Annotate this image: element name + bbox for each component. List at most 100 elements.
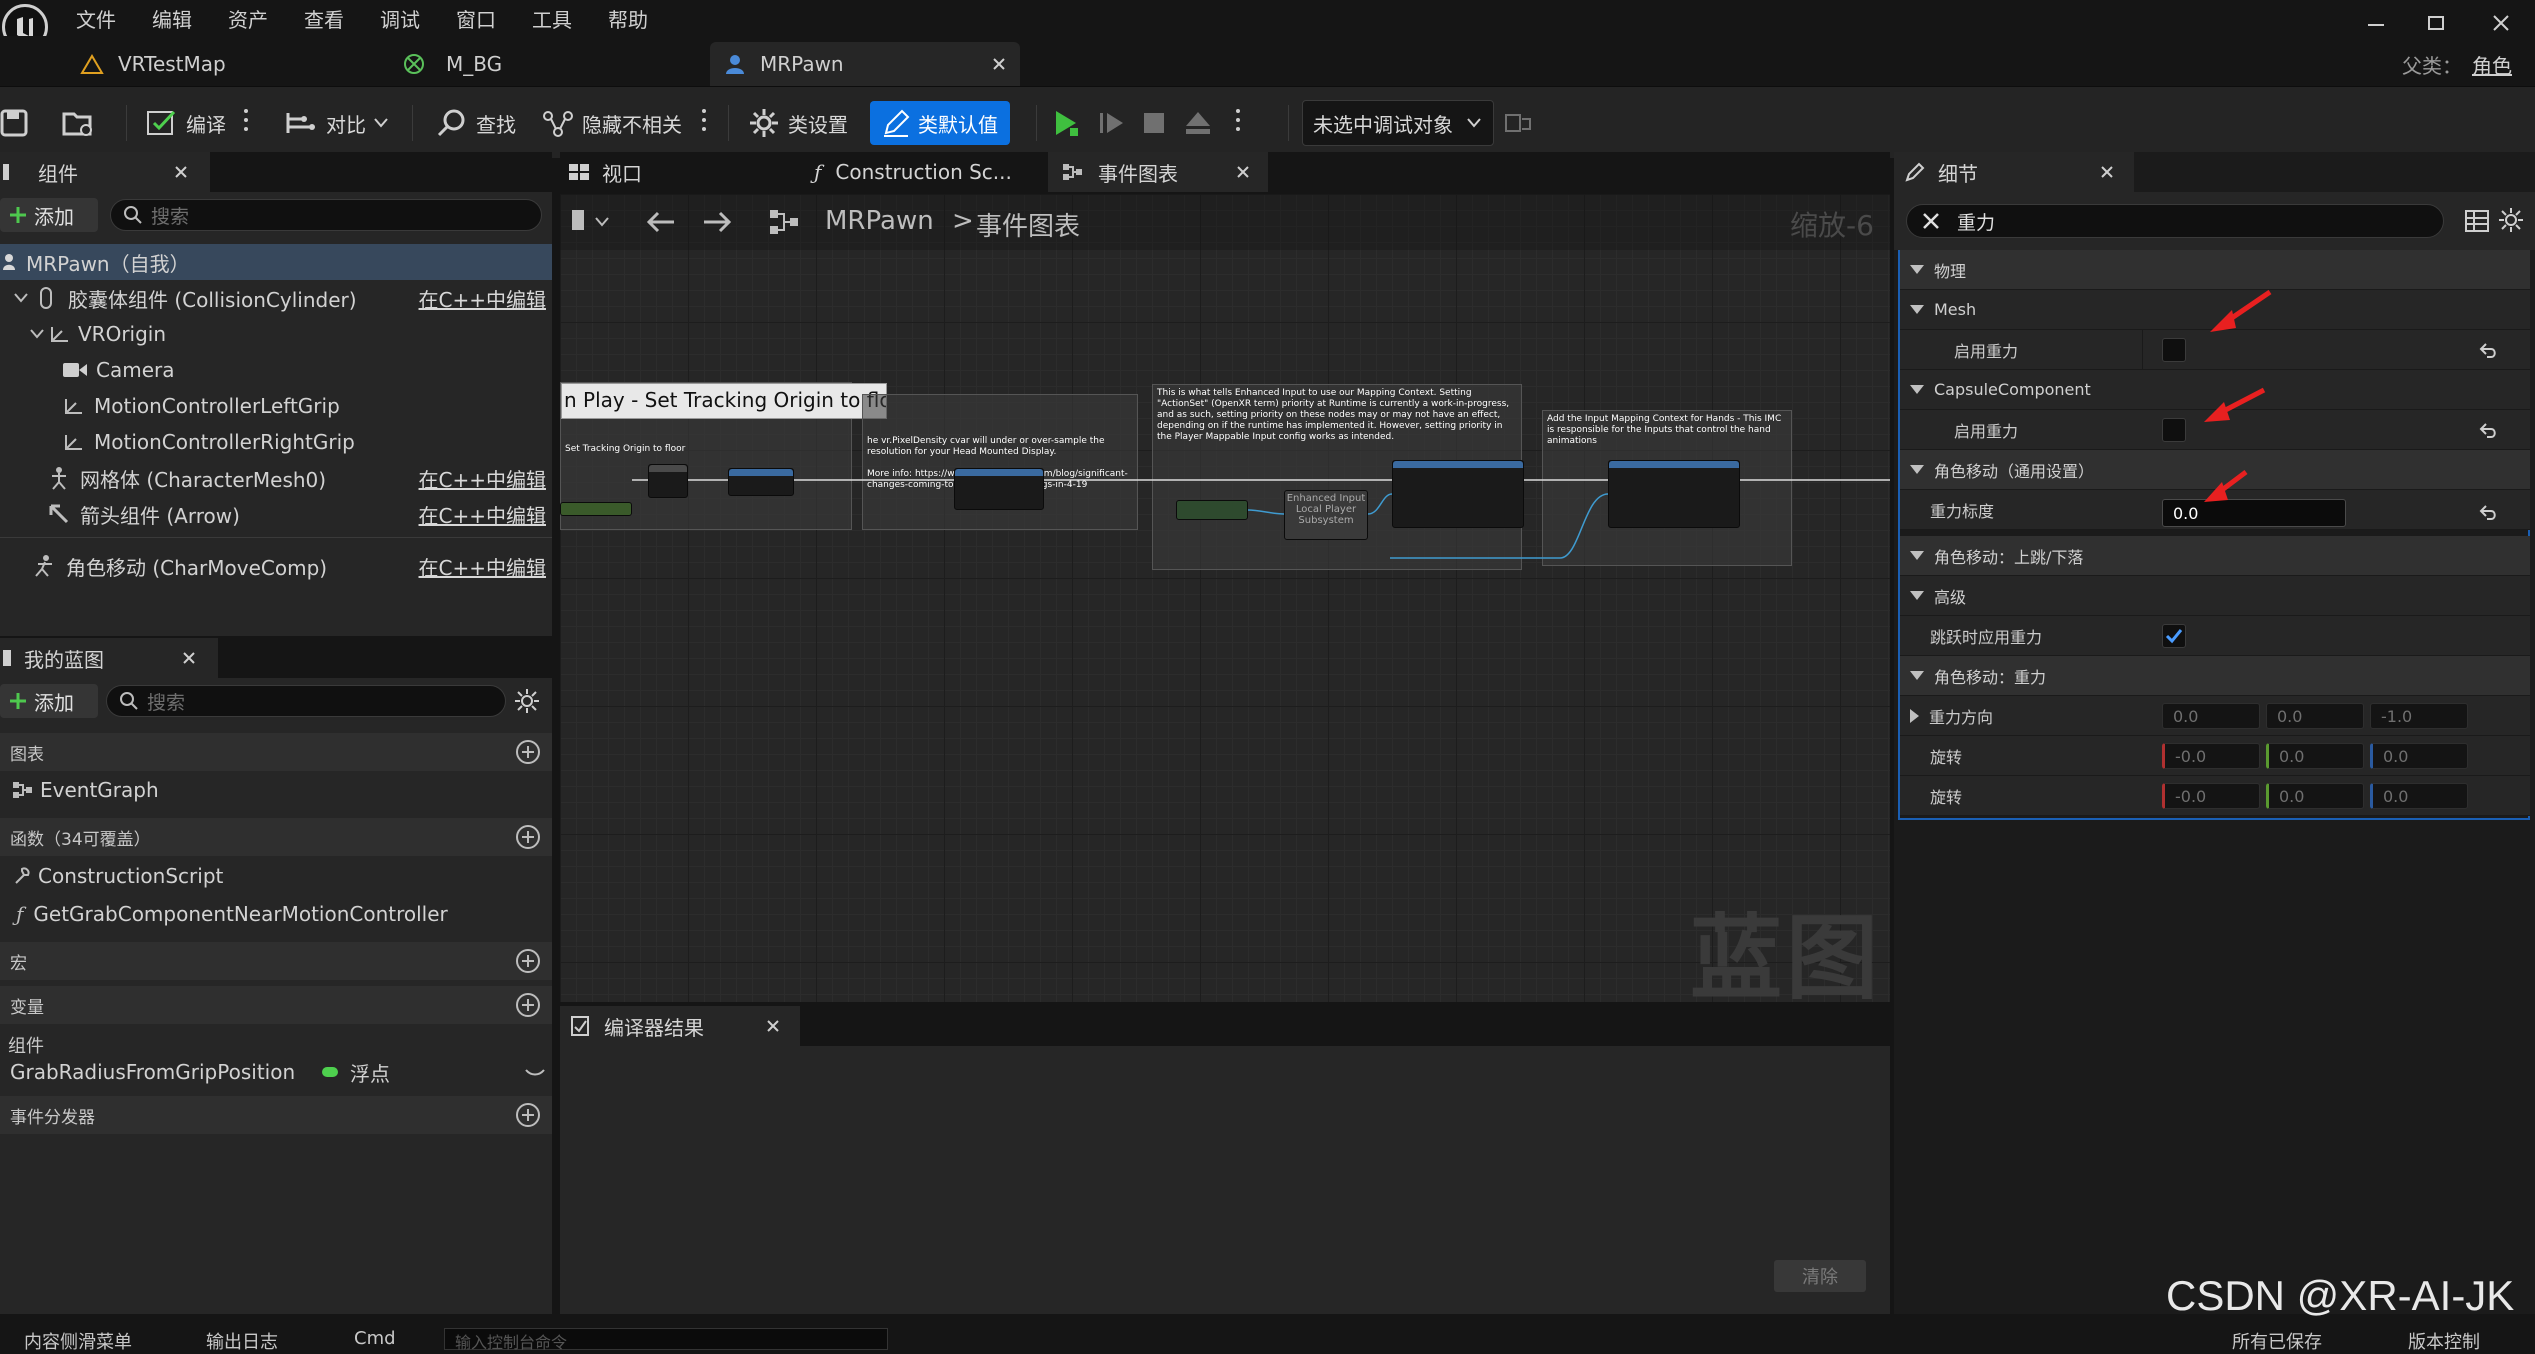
gravity-direction-y[interactable]: 0.0 [2266, 703, 2364, 729]
property-matrix-icon[interactable] [2464, 208, 2490, 234]
rotation-2-yaw[interactable]: 0.0 [2370, 783, 2468, 809]
section-macros[interactable]: 宏 [0, 942, 552, 980]
components-search-input[interactable]: 搜索 [110, 199, 542, 231]
section-functions[interactable]: 函数（34可覆盖） [0, 818, 552, 856]
console-input[interactable]: 输入控制台命令 [444, 1328, 888, 1352]
close-tab-icon[interactable] [992, 57, 1006, 71]
step-button[interactable] [1098, 101, 1126, 145]
find-button[interactable]: 查找 [436, 101, 516, 145]
gravity-direction-x[interactable]: 0.0 [2162, 703, 2260, 729]
edit-in-cpp-link[interactable]: 在C++中编辑 [419, 284, 546, 313]
compiler-results-tab[interactable]: 编译器结果 [560, 1006, 800, 1046]
my-blueprint-search-input[interactable]: 搜索 [106, 685, 506, 717]
debug-filter-button[interactable] [1504, 101, 1532, 145]
function-item-get-grab-component[interactable]: ƒ GetGrabComponentNearMotionController [0, 896, 552, 932]
all-saved-status[interactable]: 所有已保存 [2232, 1328, 2322, 1354]
component-camera[interactable]: Camera [0, 352, 552, 388]
close-tab-icon[interactable] [1236, 165, 1250, 179]
output-log-button[interactable]: 输出日志 [206, 1328, 278, 1354]
compile-button[interactable]: 编译 [146, 101, 226, 145]
gravity-direction-z[interactable]: -1.0 [2370, 703, 2468, 729]
rotation-1-pitch[interactable]: 0.0 [2266, 743, 2364, 769]
components-tab[interactable]: 组件 [0, 152, 210, 192]
play-button[interactable] [1050, 101, 1082, 145]
clear-button[interactable]: 清除 [1774, 1260, 1866, 1292]
debug-target-select[interactable]: 未选中调试对象 [1302, 100, 1494, 146]
diff-button[interactable]: 对比 [284, 101, 388, 145]
gravity-scale-input[interactable]: 0.0 [2162, 499, 2346, 527]
edit-in-cpp-link[interactable]: 在C++中编辑 [419, 500, 546, 529]
add-event-dispatcher-icon[interactable] [516, 1103, 540, 1127]
tab-m-bg[interactable]: M_BG [402, 42, 502, 86]
component-character-mesh[interactable]: 网格体 (CharacterMesh0) 在C++中编辑 [0, 460, 552, 496]
function-item-construction-script[interactable]: ConstructionScript [0, 858, 552, 894]
close-icon[interactable] [174, 165, 188, 179]
close-icon[interactable] [182, 651, 196, 665]
class-settings-button[interactable]: 类设置 [748, 101, 848, 145]
category-movement-jump[interactable]: 角色移动：上跳/下落 [1900, 536, 2530, 576]
component-arrow[interactable]: 箭头组件 (Arrow) 在C++中编辑 [0, 496, 552, 532]
apply-gravity-while-jumping-checkbox[interactable] [2162, 624, 2186, 648]
edit-in-cpp-link[interactable]: 在C++中编辑 [419, 464, 546, 493]
save-button[interactable] [0, 101, 28, 145]
menu-debug[interactable]: 调试 [380, 4, 420, 33]
close-icon[interactable] [2100, 165, 2114, 179]
reset-to-default-icon[interactable] [2478, 420, 2498, 440]
content-drawer-button[interactable]: 内容侧滑菜单 [24, 1328, 132, 1354]
menu-tools[interactable]: 工具 [532, 4, 572, 33]
minimize-icon[interactable] [2368, 24, 2384, 26]
reset-to-default-icon[interactable] [2478, 340, 2498, 360]
close-icon[interactable] [766, 1019, 780, 1033]
menu-edit[interactable]: 编辑 [152, 4, 192, 33]
event-graph-canvas[interactable]: MRPawn > 事件图表 缩放-6 n Play - Set Tracking… [560, 194, 1890, 1002]
menu-help[interactable]: 帮助 [608, 4, 648, 33]
rotation-1-roll[interactable]: -0.0 [2162, 743, 2260, 769]
rotation-2-pitch[interactable]: 0.0 [2266, 783, 2364, 809]
edit-in-cpp-link[interactable]: 在C++中编辑 [419, 552, 546, 581]
variable-item[interactable]: GrabRadiusFromGripPosition 浮点 [0, 1054, 552, 1090]
rotation-1-yaw[interactable]: 0.0 [2370, 743, 2468, 769]
graph-item-eventgraph[interactable]: EventGraph [0, 772, 552, 808]
tab-vrtestmap[interactable]: VRTestMap [80, 42, 226, 86]
add-graph-icon[interactable] [516, 740, 540, 764]
component-vrorigin[interactable]: VROrigin [0, 316, 552, 352]
group-advanced[interactable]: 高级 [1900, 576, 2530, 616]
add-variable-icon[interactable] [516, 993, 540, 1017]
tab-construction-script[interactable]: ƒ Construction Sc... [814, 152, 1012, 192]
details-search-input[interactable]: 重力 [1906, 204, 2444, 238]
tab-mrpawn[interactable]: MRPawn [710, 42, 1020, 86]
play-options-icon[interactable] [1236, 109, 1240, 135]
source-control-button[interactable]: 版本控制 [2408, 1328, 2480, 1354]
enable-gravity-mesh-checkbox[interactable] [2162, 338, 2186, 362]
tab-viewport[interactable]: 视口 [568, 152, 642, 192]
details-tab[interactable]: 细节 [1894, 152, 2134, 192]
eject-button[interactable] [1184, 101, 1212, 145]
menu-asset[interactable]: 资产 [228, 4, 268, 33]
hide-unrelated-button[interactable]: 隐藏不相关 [542, 101, 682, 145]
add-member-button[interactable]: 添加 [0, 684, 98, 718]
rotation-2-roll[interactable]: -0.0 [2162, 783, 2260, 809]
my-blueprint-tab[interactable]: 我的蓝图 [0, 638, 218, 678]
enable-gravity-capsule-checkbox[interactable] [2162, 418, 2186, 442]
section-variables[interactable]: 变量 [0, 986, 552, 1024]
compile-options-icon[interactable] [244, 109, 248, 135]
gear-icon[interactable] [2498, 207, 2524, 233]
add-function-icon[interactable] [516, 825, 540, 849]
visibility-eye-icon[interactable] [524, 1066, 546, 1078]
add-component-button[interactable]: 添加 [0, 198, 98, 232]
gear-icon[interactable] [514, 688, 540, 714]
section-event-dispatchers[interactable]: 事件分发器 [0, 1096, 552, 1134]
parent-class-link[interactable]: 角色 [2472, 50, 2512, 79]
category-movement-gravity[interactable]: 角色移动：重力 [1900, 656, 2530, 696]
component-motion-controller-right[interactable]: MotionControllerRightGrip [0, 424, 552, 460]
reset-to-default-icon[interactable] [2478, 502, 2498, 522]
restore-icon[interactable] [2428, 16, 2444, 30]
class-defaults-button[interactable]: 类默认值 [870, 101, 1010, 145]
stop-button[interactable] [1142, 101, 1166, 145]
component-motion-controller-left[interactable]: MotionControllerLeftGrip [0, 388, 552, 424]
variable-type[interactable]: 浮点 [350, 1058, 390, 1087]
tab-event-graph[interactable]: 事件图表 [1048, 152, 1268, 192]
component-root[interactable]: MRPawn（自我） [0, 244, 552, 280]
add-macro-icon[interactable] [516, 949, 540, 973]
menu-window[interactable]: 窗口 [456, 4, 496, 33]
